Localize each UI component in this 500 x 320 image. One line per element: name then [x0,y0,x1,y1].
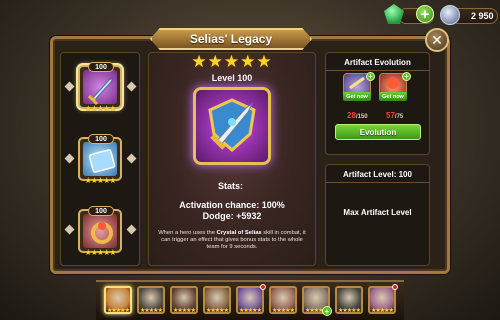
artifact-slot-book[interactable]: 100 ★★★★★ [78,134,122,185]
artifact-slot-ring[interactable]: 100 ★★★★★ [78,206,122,257]
add-gems-button[interactable]: + [416,5,434,23]
artifact-level-badge: 100 [88,62,114,72]
artifact-slot-weapon[interactable]: 100 ★★★★★ [78,62,122,113]
material-need: /75 [394,114,404,120]
hero-stars: ★★★★★ [107,308,130,314]
artifact-rank-stars: ★★★★★ [191,52,273,71]
description-text: When a hero uses the [158,230,217,236]
upgrade-plus-icon: + [322,306,332,316]
silver-coin-icon [440,5,460,25]
divider [325,182,430,183]
gold-amount: 2 950 [471,11,494,21]
description-skill-name: Crystal of Selias [216,230,262,236]
stat-dodge: Dodge: +5932 [202,211,262,221]
artifact-level-title: Artifact Level: 100 [343,170,412,179]
get-now-button[interactable]: Get now [379,92,407,101]
get-now-button[interactable]: Get now [343,92,371,101]
close-button[interactable]: ✕ [425,28,449,52]
evolution-button[interactable]: Evolution [335,124,421,140]
material-need: /150 [355,114,368,120]
artifact-description: When a hero uses the Crystal of Selias s… [154,230,310,251]
notification-dot-icon [260,284,266,290]
window-title: Selias' Legacy [150,28,312,50]
notification-dot-icon [392,284,398,290]
close-icon: ✕ [431,31,443,48]
hero-stars: ★★★★★ [338,308,361,314]
hero-stars: ★★★★★ [239,308,262,314]
artifact-stars: ★★★★★ [84,248,117,257]
artifact-stars: ★★★★★ [84,176,117,185]
material-have: 57 [386,111,395,120]
hero-stars: ★★★★★ [272,308,295,314]
max-level-text: Max Artifact Level [343,208,412,217]
evolution-title: Artifact Evolution [344,58,411,67]
hero-stars: ★★★★★ [371,308,394,314]
artifact-level-badge: 100 [88,134,114,144]
dragon-ring-icon [83,214,117,248]
hero-stars: ★★★★★ [173,308,196,314]
stats-label: Stats: [218,181,244,191]
hero-stars: ★★★★★ [140,308,163,314]
stat-activation-chance: Activation chance: 100% [179,200,285,210]
add-material-button[interactable]: + [402,72,411,81]
sword-icon [83,70,117,106]
material-count-2: 57/75 [386,111,403,120]
artifact-level-label: Level 100 [211,73,253,83]
shield-sword-icon [208,98,256,153]
artifact-stars: ★★★★★ [84,104,117,113]
divider [325,70,430,71]
material-have: 28 [347,111,356,120]
artifact-level-badge: 100 [88,206,114,216]
selected-artifact-image [193,87,271,165]
hero-stars: ★★★★★ [206,308,229,314]
scroll-book-icon [83,142,117,176]
material-count-1: 28/150 [347,111,368,120]
add-material-button[interactable]: + [366,72,375,81]
